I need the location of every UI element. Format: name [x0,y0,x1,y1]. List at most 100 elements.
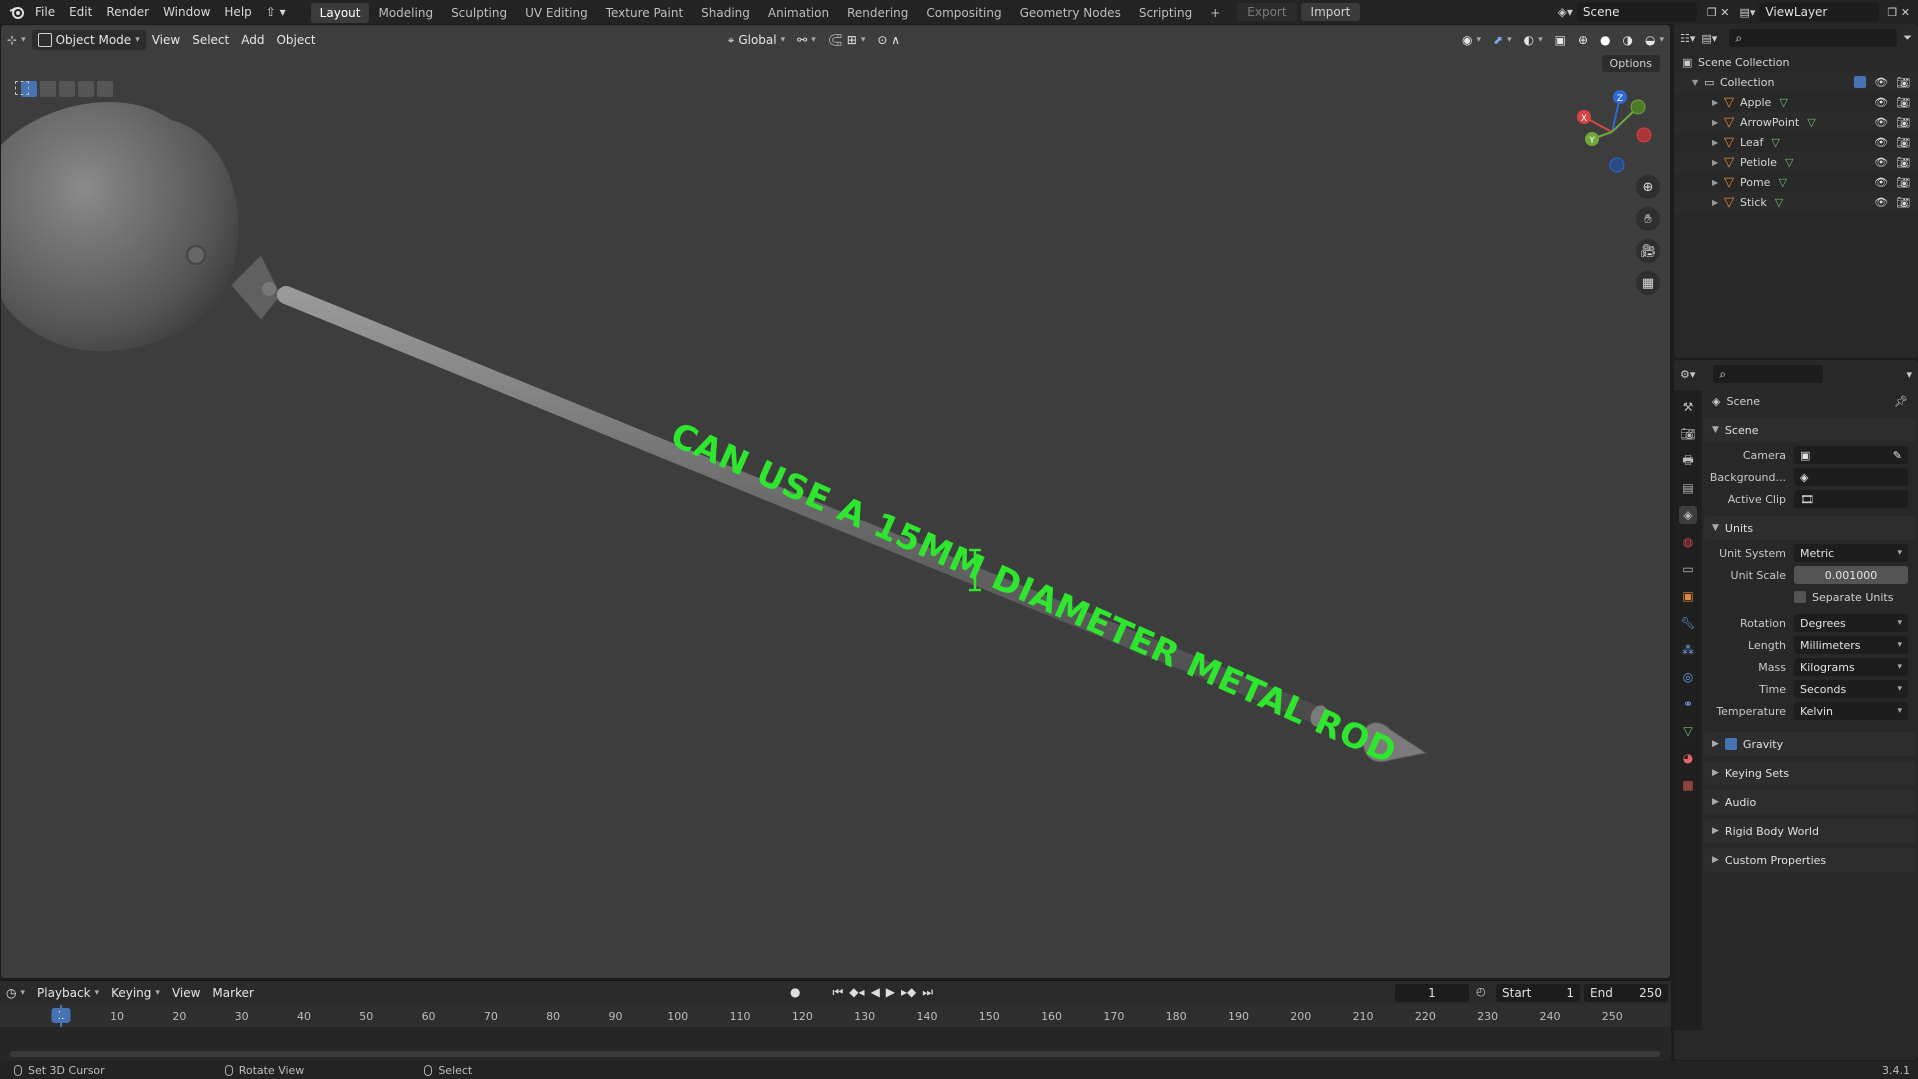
expand-triangle-icon[interactable]: ▶ [1712,118,1724,127]
menu-window[interactable]: Window [156,0,217,24]
expand-triangle-icon[interactable]: ▶ [1712,178,1724,187]
next-keyframe-icon[interactable]: ▸◆ [901,985,916,1000]
camera-icon[interactable]: 📷︎ [1896,196,1910,209]
eyedropper-icon[interactable]: ✎ [1893,449,1902,462]
outliner-row-object[interactable]: ▶ ▽ Leaf ▽ 👁︎ 📷︎ [1674,132,1918,152]
pan-hand-icon[interactable]: ✋︎ [1636,207,1660,231]
export-button[interactable]: Export [1237,3,1297,21]
tab-geometry-nodes[interactable]: Geometry Nodes [1011,3,1130,23]
menu-edit[interactable]: Edit [62,0,99,24]
render-tab-icon[interactable]: 📷︎ [1679,425,1697,443]
add-workspace-button[interactable]: + [1201,3,1229,23]
tab-texture-paint[interactable]: Texture Paint [597,3,692,23]
tab-shading[interactable]: Shading [692,3,759,23]
tab-animation[interactable]: Animation [759,3,838,23]
scene-tab-icon[interactable]: ◈ [1679,506,1697,524]
length-dropdown[interactable]: Millimeters ▾ [1794,636,1908,654]
outliner-row-collection[interactable]: ▼ ▭ Collection 👁︎ 📷︎ [1674,72,1918,92]
camera-view-icon[interactable]: 🎥︎ [1636,239,1660,263]
upload-icon[interactable]: ⇧ ▾ [259,0,293,24]
temperature-dropdown[interactable]: Kelvin ▾ [1794,702,1908,720]
tab-layout[interactable]: Layout [310,3,370,23]
timeline-scrollbar[interactable] [10,1051,1660,1057]
prev-keyframe-icon[interactable]: ◆◂ [849,985,864,1000]
output-tab-icon[interactable]: 🖶︎ [1679,452,1697,470]
constraints-tab-icon[interactable]: ⚭ [1679,695,1697,713]
custom-properties-panel-header[interactable]: ▶ Custom Properties [1704,848,1916,872]
modifier-tab-icon[interactable]: 🔧︎ [1679,614,1697,632]
new-scene-icon[interactable]: ❐ ✕ [1707,6,1730,19]
properties-search-input[interactable]: ⌕ [1713,365,1824,383]
scene-icon[interactable]: ◈▾ [1558,5,1573,19]
data-tab-icon[interactable]: ▽ [1679,722,1697,740]
tab-scripting[interactable]: Scripting [1130,3,1201,23]
camera-icon[interactable]: 📷︎ [1896,136,1910,149]
new-view-layer-icon[interactable]: ❐ ✕ [1887,6,1910,19]
navigation-gizmo[interactable]: Z X Y [1572,87,1652,177]
outliner-row-object[interactable]: ▶ ▽ Stick ▽ 👁︎ 📷︎ [1674,192,1918,212]
tab-modeling[interactable]: Modeling [369,3,442,23]
eye-icon[interactable]: 👁︎ [1874,156,1888,169]
scene-panel-header[interactable]: ▼ Scene [1704,418,1916,442]
jump-start-icon[interactable]: ⏮ [832,985,843,1000]
camera-icon[interactable]: 📷︎ [1896,156,1910,169]
expand-triangle-icon[interactable]: ▶ [1712,98,1724,107]
menu-timeline-view[interactable]: View [166,983,206,1003]
world-tab-icon[interactable]: ◍ [1679,533,1697,551]
view-layer-icon[interactable]: ▤▾ [1740,6,1756,19]
timeline-ruler[interactable]: 1 10203040506070809010011012013014015016… [0,1005,1671,1027]
timeline-editor-type-icon[interactable]: ◷ ▾ [0,983,31,1003]
particles-tab-icon[interactable]: ⁂ [1679,641,1697,659]
camera-icon[interactable]: 📷︎ [1896,76,1910,89]
eye-icon[interactable]: 👁︎ [1874,136,1888,149]
collection-tab-icon[interactable]: ▭ [1679,560,1697,578]
unit-system-dropdown[interactable]: Metric ▾ [1794,544,1908,562]
3d-viewport[interactable]: ⊹ ▾ Object Mode ▾ View Select Add Object… [0,24,1671,979]
properties-options-icon[interactable]: ▾ [1906,368,1912,381]
jump-end-icon[interactable]: ⏭ [922,985,933,1000]
mesh-data-icon[interactable]: ▽ [1779,96,1787,109]
menu-keying[interactable]: Keying ▾ [105,983,166,1003]
filter-icon[interactable]: ⏷ [1903,31,1912,45]
tool-tab-icon[interactable]: ⚒ [1679,398,1697,416]
outliner-row-object[interactable]: ▶ ▽ Apple ▽ 👁︎ 📷︎ [1674,92,1918,112]
eye-icon[interactable]: 👁︎ [1874,176,1888,189]
end-frame-field[interactable]: End 250 [1584,984,1668,1002]
play-reverse-icon[interactable]: ◀ [871,985,880,1000]
pin-icon[interactable]: 📌︎ [1894,395,1908,408]
keying-sets-panel-header[interactable]: ▶ Keying Sets [1704,761,1916,785]
menu-render[interactable]: Render [99,0,156,24]
menu-file[interactable]: File [28,0,62,24]
menu-playback[interactable]: Playback ▾ [31,983,105,1003]
zoom-icon[interactable]: ⊕ [1636,175,1660,199]
eye-icon[interactable]: 👁︎ [1874,116,1888,129]
time-dropdown[interactable]: Seconds ▾ [1794,680,1908,698]
view-layer-field[interactable]: ViewLayer [1759,3,1880,21]
rotation-dropdown[interactable]: Degrees ▾ [1794,614,1908,632]
mesh-data-icon[interactable]: ▽ [1771,136,1779,149]
tab-rendering[interactable]: Rendering [838,3,917,23]
expand-triangle-icon[interactable]: ▼ [1692,78,1704,87]
audio-panel-header[interactable]: ▶ Audio [1704,790,1916,814]
object-tab-icon[interactable]: ▣ [1679,587,1697,605]
rigid-body-world-panel-header[interactable]: ▶ Rigid Body World [1704,819,1916,843]
material-tab-icon[interactable]: ◕ [1679,749,1697,767]
start-frame-field[interactable]: Start 1 [1496,984,1580,1002]
mesh-data-icon[interactable]: ▽ [1778,176,1786,189]
play-icon[interactable]: ▶ [886,985,895,1000]
camera-icon[interactable]: 📷︎ [1896,96,1910,109]
expand-triangle-icon[interactable]: ▶ [1712,138,1724,147]
stopwatch-icon[interactable]: ◴ [1476,985,1486,998]
background-field[interactable]: ◈ [1794,468,1908,486]
record-icon[interactable]: ● [790,985,800,1000]
scene-name-field[interactable]: Scene [1576,3,1697,21]
outliner-editor-type-icon[interactable]: ☷▾ [1680,32,1695,45]
import-button[interactable]: Import [1300,3,1361,21]
physics-tab-icon[interactable]: ◎ [1679,668,1697,686]
active-clip-field[interactable]: 🎞︎ [1794,490,1908,508]
mass-dropdown[interactable]: Kilograms ▾ [1794,658,1908,676]
exclude-checkbox[interactable] [1854,75,1867,88]
outliner-row-scene-collection[interactable]: ▣ Scene Collection [1674,52,1918,72]
expand-triangle-icon[interactable]: ▶ [1712,198,1724,207]
display-mode-icon[interactable]: ▤▾ [1701,32,1717,45]
